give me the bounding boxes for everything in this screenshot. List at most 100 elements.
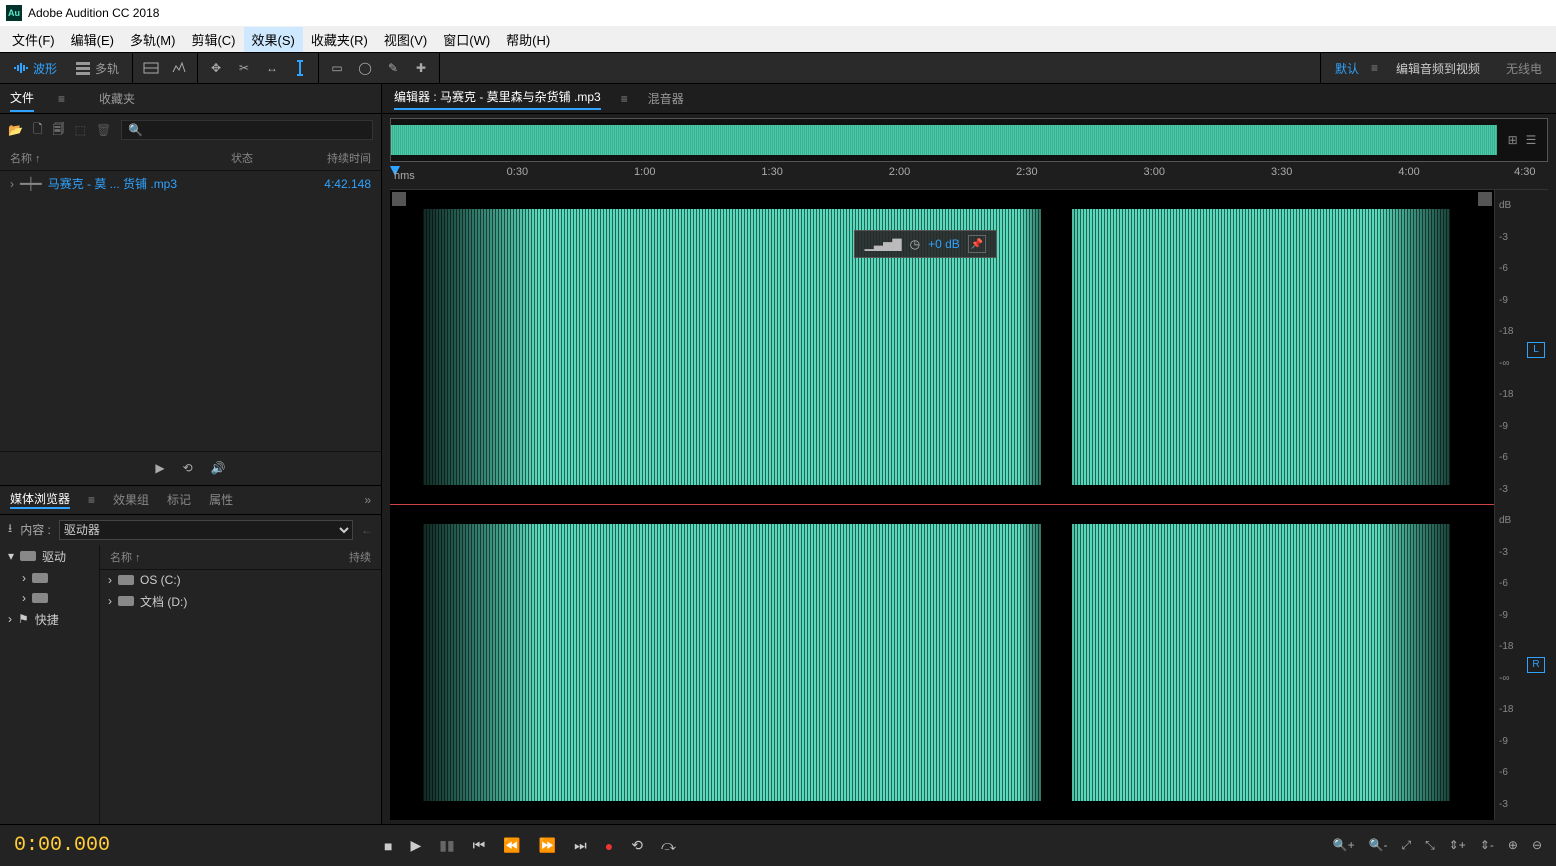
tool-lasso[interactable]: ◯ <box>353 57 377 79</box>
zoom-in-vert-icon[interactable]: ⇕+ <box>1449 838 1466 853</box>
play-button[interactable]: ▶ <box>410 837 421 854</box>
pause-button[interactable]: ▮▮ <box>439 837 454 854</box>
overview-zoom-icon[interactable]: ⊞ <box>1508 133 1518 147</box>
file-row[interactable]: › ━┿━ 马赛克 - 莫 ... 货铺 .mp3 4:42.148 <box>0 171 381 196</box>
preview-loop-icon[interactable]: ⟲ <box>183 461 193 475</box>
preview-play-icon[interactable]: ▶ <box>155 461 164 475</box>
db-scale: dB -3 -6 -9 -18 -∞ -18 -9 -6 -3 dB -3 -6… <box>1494 190 1524 820</box>
zoom-full-icon[interactable]: ⤢ <box>1402 838 1412 853</box>
tab-properties[interactable]: 属性 <box>209 491 233 508</box>
loop-button[interactable]: ⟲ <box>631 837 643 854</box>
drive-row[interactable]: ›OS (C:) <box>100 570 381 590</box>
channel-toggle-tl[interactable] <box>392 192 406 206</box>
mode-multitrack-label: 多轨 <box>95 60 119 77</box>
menu-edit[interactable]: 编辑(E) <box>63 27 122 52</box>
stop-button[interactable]: ■ <box>384 838 392 854</box>
tool-razor[interactable]: ✂ <box>232 57 256 79</box>
zoom-out-point-icon[interactable]: ⊖ <box>1532 838 1542 853</box>
col-name[interactable]: 名称 ↑ <box>10 150 231 166</box>
files-search[interactable]: 🔍 <box>121 120 373 140</box>
menu-effects[interactable]: 效果(S) <box>244 27 303 52</box>
overview-list-icon[interactable]: ☰ <box>1526 133 1537 147</box>
open-file-icon[interactable]: 📂 <box>8 123 23 137</box>
tab-effects-rack[interactable]: 效果组 <box>113 491 149 508</box>
menu-view[interactable]: 视图(V) <box>376 27 435 52</box>
zoom-selection-icon[interactable]: ⤡ <box>1425 838 1435 853</box>
col-status[interactable]: 状态 <box>231 150 291 166</box>
workspace-default[interactable]: 默认 <box>1327 60 1367 77</box>
media-col-name[interactable]: 名称 ↑ <box>110 549 331 565</box>
back-icon: ← <box>361 523 373 537</box>
tree-drive-c[interactable]: › <box>0 568 99 588</box>
menu-help[interactable]: 帮助(H) <box>498 27 558 52</box>
menu-multitrack[interactable]: 多轨(M) <box>122 27 184 52</box>
expand-icon[interactable]: › <box>10 177 14 191</box>
go-start-button[interactable]: ⏮ <box>473 837 486 854</box>
tool-move[interactable]: ✥ <box>204 57 228 79</box>
rewind-button[interactable]: ⏪ <box>503 837 520 854</box>
new-file-icon[interactable]: 🗋 <box>33 120 43 141</box>
skip-selection-button[interactable]: ⤼ <box>661 837 676 854</box>
workspace-menu-icon[interactable]: ≡ <box>1371 61 1378 75</box>
tree-drive-d[interactable]: › <box>0 588 99 608</box>
channel-toggle-tr[interactable] <box>1478 192 1492 206</box>
tool-marquee[interactable]: ▭ <box>325 57 349 79</box>
tool-time-select[interactable] <box>288 57 312 79</box>
preview-autoplay-icon[interactable]: 🔊 <box>211 461 226 475</box>
menu-window[interactable]: 窗口(W) <box>435 27 498 52</box>
menu-favorites[interactable]: 收藏夹(R) <box>303 27 376 52</box>
col-duration[interactable]: 持续时间 <box>291 150 371 166</box>
tree-shortcuts-label: 快捷 <box>35 611 59 628</box>
files-toolbar: 📂 🗋 🗐 ⬚ 🗑 🔍 <box>0 114 381 146</box>
tool-spectral[interactable] <box>167 57 191 79</box>
tab-editor[interactable]: 编辑器 : 马赛克 - 莫里森与杂货铺 .mp3 <box>394 88 601 110</box>
channel-right-badge[interactable]: R <box>1527 657 1545 673</box>
workspace-radio[interactable]: 无线电 <box>1498 60 1550 77</box>
drive-label: 文档 (D:) <box>140 593 187 610</box>
mode-waveform[interactable]: 波形 <box>6 57 64 80</box>
waveform-display[interactable]: ▁▃▅▇ ◷ +0 dB 📌 <box>390 190 1494 820</box>
hud-gain-value[interactable]: +0 dB <box>928 237 960 251</box>
editor-tab-menu-icon[interactable]: ≡ <box>621 92 628 106</box>
zoom-in-point-icon[interactable]: ⊕ <box>1508 838 1518 853</box>
time-ruler[interactable]: hms 0:30 1:00 1:30 2:00 2:30 3:00 3:30 4… <box>390 166 1548 190</box>
tab-mixer[interactable]: 混音器 <box>648 90 684 107</box>
gain-hud[interactable]: ▁▃▅▇ ◷ +0 dB 📌 <box>854 230 997 258</box>
media-col-dur[interactable]: 持续 <box>331 549 371 565</box>
tab-favorites[interactable]: 收藏夹 <box>99 86 135 111</box>
drive-select[interactable]: 驱动器 <box>59 520 353 540</box>
workspace-edit-av[interactable]: 编辑音频到视频 <box>1382 60 1494 77</box>
import-icon[interactable]: ⭳ <box>8 519 12 540</box>
timecode-display[interactable]: 0:00.000 <box>14 834 384 857</box>
tool-hud-toggle[interactable] <box>139 57 163 79</box>
record-button[interactable]: ● <box>605 838 613 854</box>
menu-clip[interactable]: 剪辑(C) <box>183 27 243 52</box>
mode-multitrack[interactable]: 多轨 <box>68 57 126 80</box>
zoom-out-vert-icon[interactable]: ⇕- <box>1480 838 1494 853</box>
new-multitrack-icon[interactable]: 🗐 <box>53 120 65 141</box>
overview-waveform[interactable]: ⊞ ☰ <box>390 118 1548 162</box>
ruler-tick: 3:30 <box>1271 166 1292 178</box>
tab-files[interactable]: 文件 <box>10 85 34 112</box>
tree-shortcuts[interactable]: ›⚑快捷 <box>0 608 99 631</box>
media-toolbar: ⭳ 内容 : 驱动器 ← <box>0 515 381 545</box>
drive-icon <box>32 593 48 603</box>
files-panel-menu-icon[interactable]: ≡ <box>58 92 65 106</box>
menu-file[interactable]: 文件(F) <box>4 27 63 52</box>
tool-brush[interactable]: ✎ <box>381 57 405 79</box>
zoom-out-icon[interactable]: 🔍- <box>1369 838 1388 853</box>
forward-button[interactable]: ⏩ <box>539 837 556 854</box>
tree-drives[interactable]: ▾驱动 <box>0 545 99 568</box>
hud-pin-icon[interactable]: 📌 <box>968 235 986 253</box>
tool-slip[interactable]: ↔ <box>260 57 284 79</box>
channel-left-badge[interactable]: L <box>1527 342 1545 358</box>
ruler-tick: 3:00 <box>1144 166 1165 178</box>
tab-markers[interactable]: 标记 <box>167 491 191 508</box>
tab-media-browser[interactable]: 媒体浏览器 <box>10 490 70 509</box>
zoom-in-icon[interactable]: 🔍+ <box>1333 838 1355 853</box>
tool-heal[interactable]: ✚ <box>409 57 433 79</box>
go-end-button[interactable]: ⏭ <box>574 837 587 854</box>
panel-overflow-icon[interactable]: » <box>364 493 371 507</box>
media-panel-menu-icon[interactable]: ≡ <box>88 493 95 507</box>
drive-row[interactable]: ›文档 (D:) <box>100 590 381 613</box>
